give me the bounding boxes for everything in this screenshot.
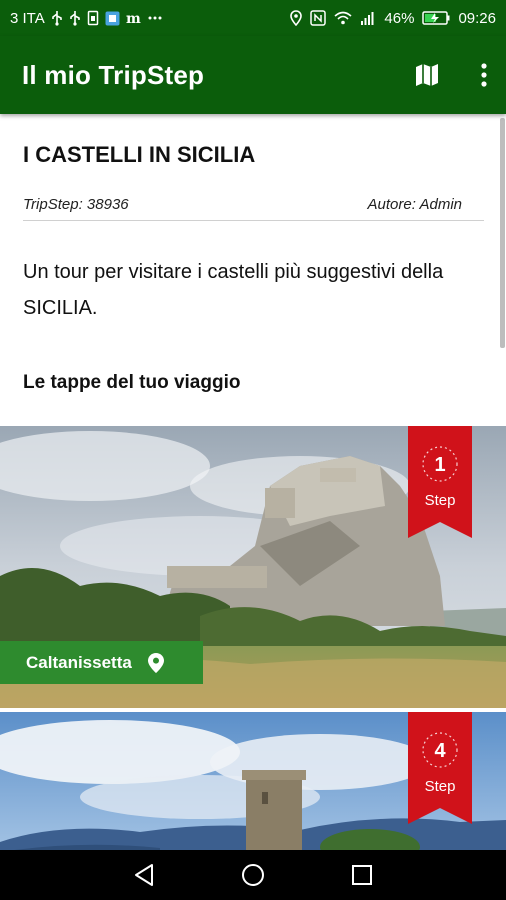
scrollbar[interactable] <box>500 118 505 348</box>
step-card[interactable]: 1 Step Caltanissetta <box>0 426 506 708</box>
status-right: 46% 09:26 <box>290 10 496 27</box>
system-nav-bar <box>0 850 506 900</box>
step-label: Step <box>424 778 456 795</box>
app-bar: Il mio TripStep <box>0 36 506 114</box>
overflow-menu-icon[interactable] <box>480 62 488 88</box>
battery-charging-icon <box>422 11 450 25</box>
trip-meta: TripStep: 38936 Autore: Admin <box>23 196 484 220</box>
signal-icon <box>360 11 376 25</box>
nfc-icon <box>310 10 327 26</box>
usb-icon <box>51 10 63 26</box>
tripstep-id: TripStep: 38936 <box>23 196 129 213</box>
step-number-badge: 4 Step <box>408 712 472 824</box>
place-chip[interactable]: Caltanissetta <box>0 641 203 684</box>
back-icon[interactable] <box>133 863 155 887</box>
step-number: 1 <box>434 454 446 476</box>
place-name: Caltanissetta <box>26 652 132 672</box>
step-number-badge: 1 Step <box>408 426 472 538</box>
step-label: Step <box>424 492 456 509</box>
step-number: 4 <box>434 740 446 762</box>
carrier-label: 3 ITA <box>10 9 45 27</box>
recents-icon[interactable] <box>351 864 373 886</box>
clock-label: 09:26 <box>458 9 496 27</box>
m-icon: m <box>126 11 142 25</box>
app-title: Il mio TripStep <box>22 59 205 90</box>
battery-label: 46% <box>384 9 415 27</box>
trip-description: Un tour per visitare i castelli più sugg… <box>23 261 444 319</box>
divider <box>23 220 484 221</box>
location-icon <box>290 10 303 26</box>
location-pin-icon <box>147 652 164 673</box>
trip-title: I CASTELLI IN SICILIA <box>23 142 256 167</box>
usb-icon <box>69 10 81 26</box>
wifi-icon <box>334 11 352 25</box>
status-bar: 3 ITA m 46% 09:26 <box>0 0 506 36</box>
app-icon <box>105 11 120 26</box>
home-icon[interactable] <box>241 863 265 887</box>
more-notifications-icon <box>148 15 162 21</box>
app-actions <box>414 62 488 88</box>
step-card[interactable]: 4 Step <box>0 712 506 850</box>
steps-section-title: Le tappe del tuo viaggio <box>23 372 241 393</box>
map-icon[interactable] <box>414 62 440 88</box>
svg-text:m: m <box>126 11 141 25</box>
trip-author: Autore: Admin <box>367 196 463 213</box>
status-left: 3 ITA m <box>10 10 162 27</box>
trip-content[interactable]: I CASTELLI IN SICILIA TripStep: 38936 Au… <box>0 114 506 850</box>
sim-icon <box>87 10 99 26</box>
